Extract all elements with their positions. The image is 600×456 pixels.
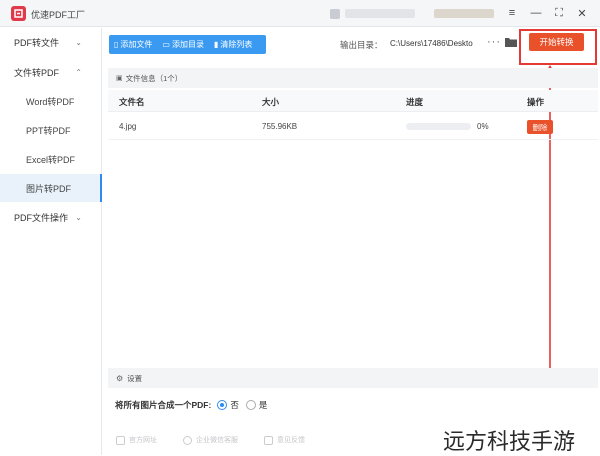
watermark-text: 远方科技手游 bbox=[443, 430, 576, 455]
footer-website-label: 官方网址 bbox=[129, 437, 157, 444]
support-icon bbox=[183, 435, 192, 445]
col-progress: 进度 bbox=[406, 97, 424, 107]
col-filename: 文件名 bbox=[119, 97, 145, 107]
radio-no[interactable] bbox=[217, 400, 228, 410]
output-dir-label: 输出目录： bbox=[340, 40, 383, 50]
menu-icon[interactable]: ≡ bbox=[503, 4, 521, 22]
footer-website-link[interactable]: 官方网址 bbox=[116, 435, 157, 445]
sidebar-item-label: PDF转文件 bbox=[14, 37, 60, 48]
progress-bar bbox=[406, 123, 471, 130]
col-size: 大小 bbox=[262, 97, 280, 107]
browse-more-button[interactable]: ··· bbox=[487, 36, 501, 48]
add-folder-label: 添加目录 bbox=[171, 40, 204, 49]
app-logo-icon bbox=[11, 6, 26, 21]
gear-icon: ⚙ bbox=[116, 373, 124, 383]
open-folder-icon[interactable] bbox=[505, 37, 517, 47]
footer-feedback-link[interactable]: 意见反馈 bbox=[264, 435, 305, 445]
merge-option-row: 将所有图片合成一个PDF: 否 是 bbox=[115, 398, 274, 412]
app-title: 优速PDF工厂 bbox=[31, 10, 86, 20]
radio-yes-label[interactable]: 是 bbox=[259, 399, 268, 411]
add-folder-button[interactable]: ▭ 添加目录 bbox=[157, 35, 209, 54]
sidebar-item-word-to-pdf[interactable]: Word转PDF bbox=[0, 87, 102, 115]
progress-text: 0% bbox=[477, 122, 489, 131]
file-action-group: ▯ 添加文件 ▭ 添加目录 ▮ 清除列表 bbox=[109, 35, 266, 54]
file-info-header: ▣ 文件信息（1个） bbox=[108, 68, 598, 88]
folder-icon: ▭ bbox=[162, 40, 170, 49]
footer-feedback-label: 意见反馈 bbox=[277, 437, 305, 444]
sidebar-item-label: 图片转PDF bbox=[26, 183, 72, 194]
output-dir-path[interactable]: C:\Users\17486\Deskto bbox=[390, 39, 475, 48]
sidebar: PDF转文件 ⌄ 文件转PDF ⌃ Word转PDF PPT转PDF Excel… bbox=[0, 28, 102, 455]
trash-icon: ▮ bbox=[213, 40, 219, 49]
chevron-down-icon: ⌄ bbox=[75, 212, 82, 222]
table-header: 文件名 大小 进度 操作 bbox=[108, 90, 598, 112]
user-info-blurred bbox=[345, 9, 415, 18]
sidebar-item-label: 文件转PDF bbox=[14, 67, 60, 78]
title-bar: 优速PDF工厂 ≡ — ⛶ ✕ bbox=[0, 0, 600, 27]
sidebar-item-ppt-to-pdf[interactable]: PPT转PDF bbox=[0, 116, 102, 144]
table-row[interactable]: 4.jpg 755.96KB 0% 删除 bbox=[108, 114, 598, 140]
toolbar: ▯ 添加文件 ▭ 添加目录 ▮ 清除列表 输出目录： C:\Users\1748… bbox=[102, 28, 600, 64]
file-icon: ▯ bbox=[114, 40, 119, 49]
footer-support-label: 企业微信客服 bbox=[196, 437, 238, 444]
user-avatar[interactable] bbox=[330, 9, 340, 19]
add-file-label: 添加文件 bbox=[120, 40, 153, 49]
file-name: 4.jpg bbox=[119, 122, 137, 131]
merge-question: 将所有图片合成一个PDF: bbox=[115, 400, 212, 410]
radio-no-label[interactable]: 否 bbox=[230, 399, 239, 411]
home-icon bbox=[116, 435, 125, 445]
sidebar-item-image-to-pdf[interactable]: 图片转PDF bbox=[0, 174, 102, 202]
sidebar-item-label: PPT转PDF bbox=[26, 125, 71, 136]
radio-yes[interactable] bbox=[245, 400, 256, 410]
close-icon[interactable]: ✕ bbox=[573, 4, 591, 22]
col-action: 操作 bbox=[527, 97, 545, 107]
start-convert-button[interactable]: 开始转换 bbox=[529, 33, 584, 51]
settings-title: 设置 bbox=[127, 373, 143, 383]
sidebar-item-pdf-operations[interactable]: PDF文件操作 ⌄ bbox=[0, 203, 102, 231]
delete-button[interactable]: 删除 bbox=[527, 120, 553, 134]
add-file-button[interactable]: ▯ 添加文件 bbox=[109, 35, 157, 54]
footer: 官方网址 企业微信客服 意见反馈 bbox=[108, 432, 408, 448]
sidebar-item-excel-to-pdf[interactable]: Excel转PDF bbox=[0, 145, 102, 173]
chevron-down-icon: ⌄ bbox=[75, 37, 82, 47]
settings-header: ⚙ 设置 bbox=[108, 368, 598, 388]
feedback-icon bbox=[264, 435, 273, 445]
sidebar-item-label: Word转PDF bbox=[26, 96, 75, 107]
file-info-title: 文件信息（1个） bbox=[125, 73, 183, 83]
account-badge-blurred[interactable] bbox=[434, 9, 494, 18]
sidebar-item-label: PDF文件操作 bbox=[14, 212, 69, 223]
chevron-up-icon: ⌃ bbox=[75, 67, 82, 77]
file-size: 755.96KB bbox=[262, 122, 298, 131]
clear-list-label: 清除列表 bbox=[220, 40, 253, 49]
footer-support-link[interactable]: 企业微信客服 bbox=[183, 435, 238, 445]
maximize-icon[interactable]: ⛶ bbox=[550, 4, 568, 22]
clear-list-button[interactable]: ▮ 清除列表 bbox=[209, 35, 257, 54]
sidebar-item-file-to-pdf[interactable]: 文件转PDF ⌃ bbox=[0, 58, 102, 86]
sidebar-item-pdf-to-file[interactable]: PDF转文件 ⌄ bbox=[0, 28, 102, 56]
file-info-icon: ▣ bbox=[116, 75, 123, 82]
minimize-icon[interactable]: — bbox=[527, 4, 545, 22]
sidebar-item-label: Excel转PDF bbox=[26, 154, 76, 165]
